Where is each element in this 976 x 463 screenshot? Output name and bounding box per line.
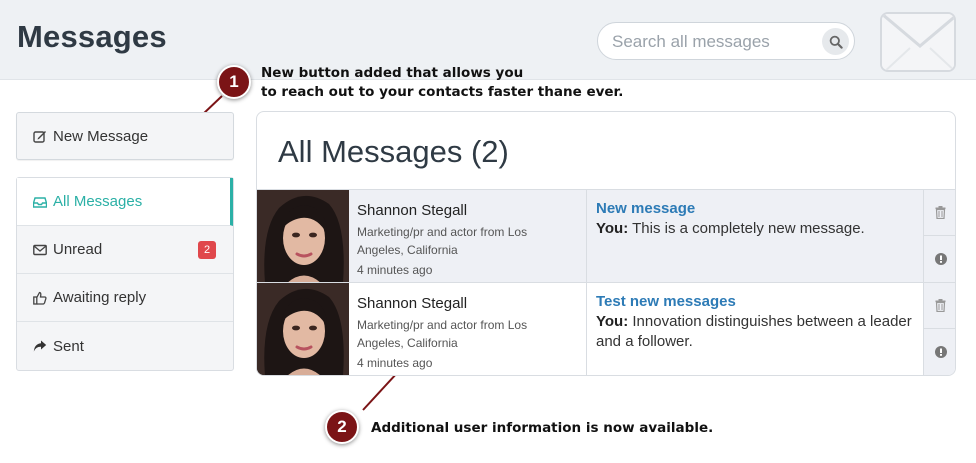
sender-name: Shannon Stegall [357,295,468,312]
folder-awaiting-reply[interactable]: Awaiting reply [17,274,233,322]
message-body-text: Innovation distinguishes between a leade… [596,313,912,350]
mail-logo-icon [880,12,956,72]
message-prefix: You: [596,220,629,237]
avatar[interactable] [257,283,349,375]
report-button[interactable] [924,236,955,282]
unread-count-badge: 2 [198,241,216,259]
message-body-text: This is a completely new message. [632,220,865,237]
trash-icon [935,299,946,312]
column-divider [586,190,587,283]
folder-sent[interactable]: Sent [17,322,233,370]
message-body: You: This is a completely new message. [596,219,916,239]
search-box[interactable] [597,22,855,60]
sender-name: Shannon Stegall [357,202,468,219]
folder-list: All Messages Unread 2 Awaiting reply Sen… [16,177,234,371]
search-icon [829,35,843,49]
folder-sent-label: Sent [53,337,84,355]
callout-text-1-line1: New button added that allows you [261,65,524,81]
delete-button[interactable] [924,190,955,236]
folder-unread[interactable]: Unread 2 [17,226,233,274]
messages-panel: All Messages (2) Shannon Stegall Marketi… [256,111,956,376]
callout-number-1: 1 [217,65,251,99]
callout-text-2: Additional user information is now avail… [371,420,714,436]
thumbs-up-icon [33,291,47,305]
sender-bio: Marketing/pr and actor from Los Angeles,… [357,225,528,257]
message-actions [923,190,955,283]
share-icon [33,340,47,352]
message-subject-link[interactable]: Test new messages [596,293,916,310]
callout-text-1: New button added that allows you to reac… [261,64,623,102]
sender-info: Shannon Stegall Marketing/pr and actor f… [357,202,567,277]
folder-unread-label: Unread [53,241,103,258]
exclamation-icon [934,346,947,358]
message-subject-link[interactable]: New message [596,200,916,217]
message-time: 4 minutes ago [357,263,433,277]
page-title: Messages [17,19,167,54]
folder-all-messages-label: All Messages [53,193,143,210]
folder-all-messages[interactable]: All Messages [17,178,233,226]
inbox-icon [33,196,47,208]
folder-awaiting-reply-label: Awaiting reply [53,289,147,306]
envelope-icon [33,244,47,255]
column-divider [586,283,587,375]
messages-panel-title: All Messages (2) [278,134,509,169]
delete-button[interactable] [924,283,955,329]
message-row[interactable]: Shannon Stegall Marketing/pr and actor f… [257,282,955,375]
message-time: 4 minutes ago [357,356,433,370]
edit-icon [33,131,46,143]
trash-icon [935,206,946,219]
sender-bio: Marketing/pr and actor from Los Angeles,… [357,318,528,350]
message-prefix: You: [596,313,629,330]
search-button[interactable] [822,28,849,55]
avatar[interactable] [257,190,349,283]
sender-info: Shannon Stegall Marketing/pr and actor f… [357,295,567,370]
message-row[interactable]: Shannon Stegall Marketing/pr and actor f… [257,189,955,283]
callout-text-1-line2: to reach out to your contacts faster tha… [261,84,624,100]
report-button[interactable] [924,329,955,375]
message-preview[interactable]: Test new messages You: Innovation distin… [596,293,916,352]
message-actions [923,283,955,375]
new-message-button[interactable]: New Message [16,112,234,160]
callout-number-2: 2 [325,410,359,444]
search-input[interactable] [612,32,812,52]
new-message-label: New Message [53,127,149,145]
message-body: You: Innovation distinguishes between a … [596,312,916,352]
exclamation-icon [934,253,947,265]
message-preview[interactable]: New message You: This is a completely ne… [596,200,916,239]
